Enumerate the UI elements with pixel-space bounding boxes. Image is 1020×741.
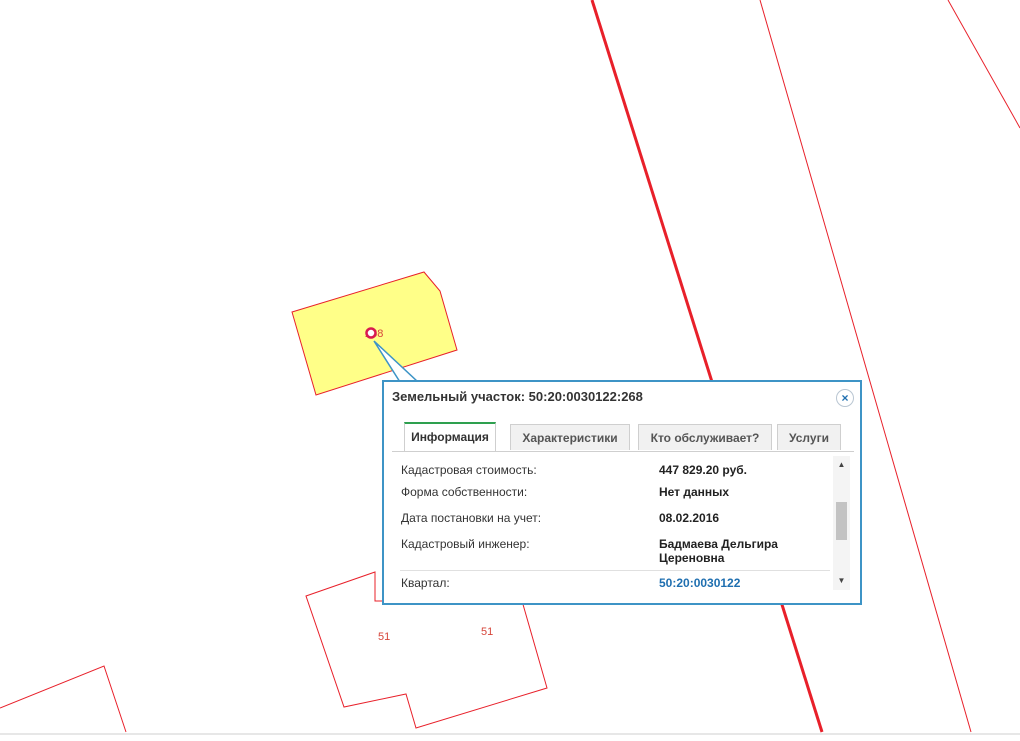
parcel-info-popup: Земельный участок: 50:20:0030122:268 × И… [382, 380, 862, 605]
boundary-line [759, 0, 972, 733]
popup-title: Земельный участок: 50:20:0030122:268 [392, 389, 643, 404]
tab-who-serves[interactable]: Кто обслуживает? [638, 424, 772, 450]
ownership-label: Форма собственности: [401, 485, 528, 499]
tabs-divider [392, 451, 854, 452]
scroll-thumb[interactable] [836, 502, 847, 540]
tab-characteristics[interactable]: Характеристики [510, 424, 630, 450]
cadastral-engineer-value: Бадмаева Дельгира Цереновна [659, 537, 778, 565]
quarter-link[interactable]: 50:20:0030122 [659, 576, 819, 590]
row-divider [400, 570, 830, 571]
parcel-label: 51 [378, 631, 390, 643]
cadastral-value-label: Кадастровая стоимость: [401, 463, 537, 477]
thick-boundary-line [590, 0, 824, 733]
info-table: Кадастровая стоимость: 447 829.20 руб. Ф… [392, 454, 840, 594]
cadastral-value: 447 829.20 руб. [659, 463, 747, 477]
scroll-up-arrow-icon[interactable]: ▲ [833, 458, 850, 472]
tab-information[interactable]: Информация [404, 422, 496, 452]
popup-tabs: Информация Характеристики Кто обслуживае… [392, 422, 852, 452]
parcel-label: 51 [481, 626, 493, 638]
quarter-label: Квартал: [401, 576, 450, 590]
registration-date-value: 08.02.2016 [659, 511, 720, 525]
parcel-marker-icon[interactable] [365, 327, 377, 339]
parcel-outline[interactable] [0, 665, 127, 733]
boundary-line [947, 0, 1020, 129]
registration-date-label: Дата постановки на учет: [401, 511, 542, 525]
cadastral-engineer-label: Кадастровый инженер: [401, 537, 530, 551]
scroll-down-arrow-icon[interactable]: ▼ [833, 574, 850, 588]
tab-services[interactable]: Услуги [777, 424, 841, 450]
popup-scrollbar[interactable]: ▲ ▼ [833, 456, 850, 590]
cadastral-map[interactable]: 268 51 51 [0, 0, 1020, 741]
close-icon[interactable]: × [836, 389, 854, 407]
ownership-value: Нет данных [659, 485, 730, 499]
